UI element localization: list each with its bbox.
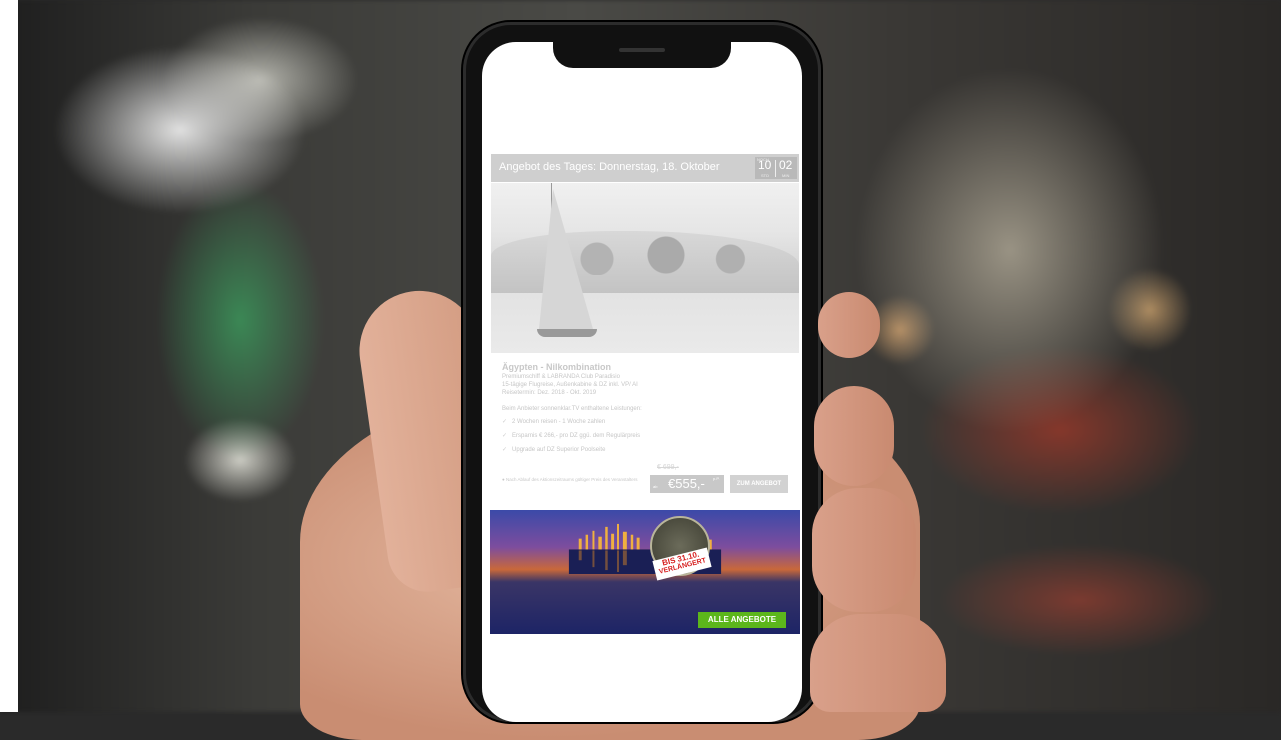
hero-sail	[539, 189, 593, 329]
timer-hours: 10	[758, 158, 772, 172]
left-edge-strip	[0, 0, 18, 712]
check-icon: ✓	[502, 447, 508, 453]
offer-title[interactable]: Ägypten - Nilkombination	[502, 362, 611, 372]
deal-hero-image[interactable]	[491, 183, 799, 353]
benefits-intro: Beim Anbieter sonnenklar.TV enthaltene L…	[502, 406, 642, 412]
price-footnote: ● Nach Ablauf des Aktionszeitraums gülti…	[502, 477, 638, 482]
deal-header: Angebot des Tages: Donnerstag, 18. Oktob…	[491, 154, 799, 182]
deal-header-title: Angebot des Tages: Donnerstag, 18. Oktob…	[499, 161, 720, 173]
benefit-text: 2 Wochen reisen - 1 Woche zahlen	[512, 419, 606, 425]
check-icon: ✓	[502, 419, 508, 425]
current-price: €555,-	[668, 476, 705, 491]
benefit-text: Upgrade auf DZ Superior Poolseite	[512, 447, 606, 453]
hand-finger-ring	[812, 488, 916, 612]
phone-notch	[553, 42, 731, 68]
phone-screen: Angebot des Tages: Donnerstag, 18. Oktob…	[482, 42, 802, 722]
speaker-grille	[619, 48, 665, 52]
benefit-item: ✓ Ersparnis € 266,- pro DZ ggü. dem Regul…	[502, 432, 640, 439]
price-unit: p.P.	[713, 476, 720, 481]
check-icon: ✓	[502, 433, 508, 439]
timer-minutes-label: MIN	[782, 173, 790, 178]
hand-finger-middle	[814, 386, 894, 486]
countdown-timer: NOCH 10 STD 02 MIN	[755, 157, 797, 179]
price-prefix: ab	[653, 484, 658, 489]
hand-finger-index	[818, 292, 880, 358]
hero-boat	[537, 329, 597, 337]
hand-finger-pinky	[810, 614, 946, 712]
all-offers-button[interactable]: ALLE ANGEBOTE	[698, 612, 786, 628]
benefit-item: ✓ Upgrade auf DZ Superior Poolseite	[502, 446, 605, 453]
offer-line-2: 15-tägige Flugreise, Außenkabine & DZ in…	[502, 382, 638, 388]
city-skyline-graphic	[568, 523, 722, 574]
to-offer-button[interactable]: ZUM ANGEBOT	[730, 475, 788, 493]
timer-minutes: 02	[779, 158, 793, 172]
benefit-text: Ersparnis € 266,- pro DZ ggü. dem Regulä…	[512, 433, 641, 439]
timer-hours-label: STD	[761, 173, 769, 178]
benefit-item: ✓ 2 Wochen reisen - 1 Woche zahlen	[502, 418, 605, 425]
dubai-promo-banner[interactable]: BIS 31.10. VERLÄNGERT ALLE ANGEBOTE	[490, 510, 800, 634]
old-price: € 699,-	[657, 464, 679, 471]
timer-divider	[775, 160, 776, 177]
price-box: ab €555,- p.P.	[650, 475, 724, 493]
offer-line-1: Premiumschiff & LABRANDA Club Paradisio	[502, 374, 620, 380]
offer-line-3: Reisetermin: Dez. 2018 - Okt. 2019	[502, 390, 597, 396]
